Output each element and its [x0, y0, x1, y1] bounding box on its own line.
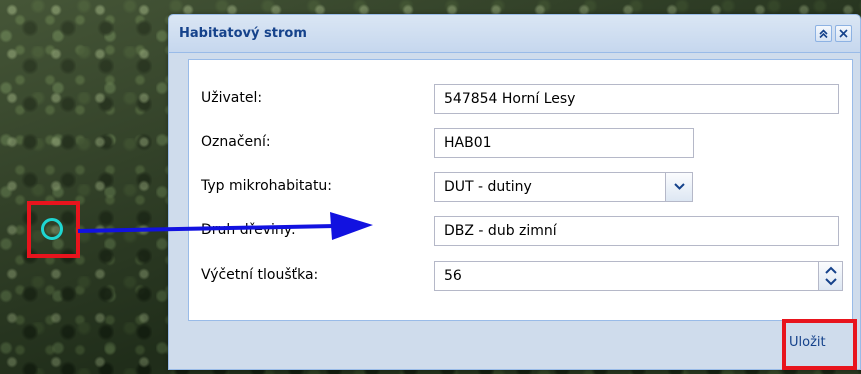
- pointer-arrow: [77, 212, 373, 240]
